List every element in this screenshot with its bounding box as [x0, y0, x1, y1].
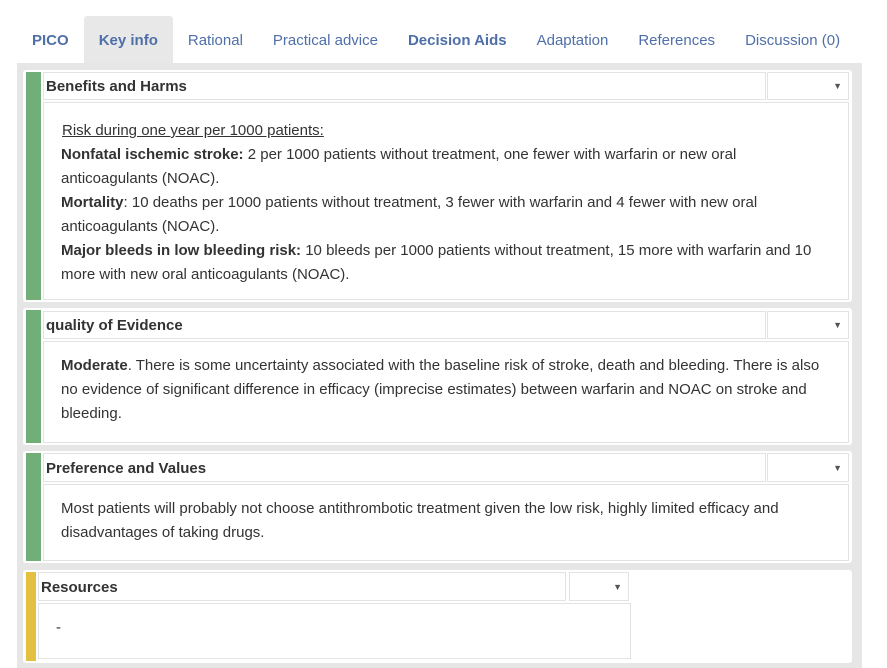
tab-rational[interactable]: Rational: [173, 16, 258, 63]
status-bar-green: [26, 453, 41, 561]
tab-discussion[interactable]: Discussion (0): [730, 16, 855, 63]
section-title: quality of Evidence: [43, 311, 766, 339]
section-preference-values: Preference and Values ▼ Most patients wi…: [23, 451, 852, 563]
status-bar-yellow: [26, 572, 36, 661]
preference-text: Most patients will probably not choose a…: [61, 500, 779, 541]
rating-dropdown[interactable]: ▼: [569, 572, 629, 601]
section-body[interactable]: Risk during one year per 1000 patients: …: [43, 102, 849, 300]
rating-dropdown[interactable]: ▼: [767, 453, 849, 482]
status-bar-green: [26, 72, 41, 300]
caret-down-icon: ▼: [613, 581, 622, 592]
rating-dropdown[interactable]: ▼: [767, 311, 849, 339]
rating-dropdown[interactable]: ▼: [767, 72, 849, 100]
section-body[interactable]: Moderate. There is some uncertainty asso…: [43, 341, 849, 443]
tab-decision-aids[interactable]: Decision Aids: [393, 16, 522, 63]
tab-references[interactable]: References: [623, 16, 730, 63]
caret-down-icon: ▼: [833, 462, 842, 473]
section-resources: Resources ▼ -: [23, 570, 852, 663]
label-mortality: Mortality: [61, 194, 124, 211]
label-stroke: Nonfatal ischemic stroke:: [61, 146, 244, 163]
label-bleeds: Major bleeds in low bleeding risk:: [61, 242, 302, 259]
status-bar-green: [26, 310, 41, 443]
intro-text: Risk during one year per 1000 patients:: [62, 122, 324, 139]
tab-adaptation[interactable]: Adaptation: [522, 16, 624, 63]
tab-pico[interactable]: PICO: [17, 16, 84, 63]
key-info-panel: Benefits and Harms ▼ Risk during one yea…: [17, 63, 862, 668]
text-mortality: : 10 deaths per 1000 patients without tr…: [61, 194, 758, 235]
section-body[interactable]: -: [38, 603, 631, 659]
resources-text: -: [56, 619, 61, 636]
tab-practical-advice[interactable]: Practical advice: [258, 16, 393, 63]
tab-bar: PICO Key info Rational Practical advice …: [17, 16, 855, 63]
section-quality-of-evidence: quality of Evidence ▼ Moderate. There is…: [23, 308, 852, 445]
section-body[interactable]: Most patients will probably not choose a…: [43, 484, 849, 561]
section-title: Benefits and Harms: [43, 72, 766, 100]
tab-key-info[interactable]: Key info: [83, 16, 173, 63]
quality-rating: Moderate: [61, 357, 128, 374]
section-title: Preference and Values: [43, 453, 766, 482]
section-benefits-harms: Benefits and Harms ▼ Risk during one yea…: [23, 70, 852, 302]
caret-down-icon: ▼: [833, 81, 842, 91]
quality-text: . There is some uncertainty associated w…: [61, 357, 820, 422]
caret-down-icon: ▼: [833, 320, 842, 330]
section-title: Resources: [38, 572, 566, 601]
